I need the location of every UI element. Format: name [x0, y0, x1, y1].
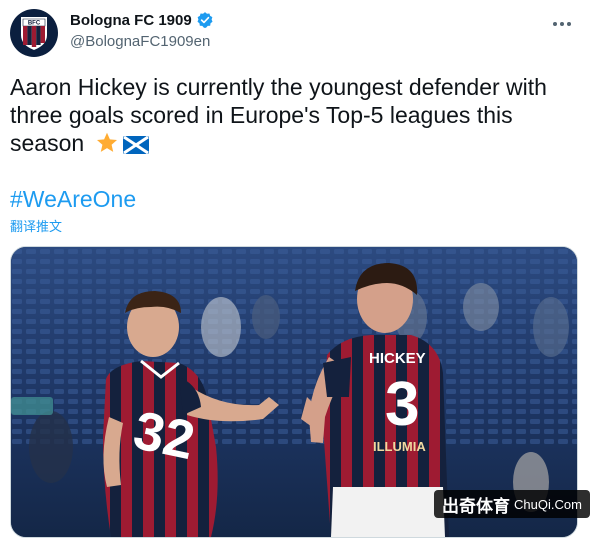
right-player-sponsor: ILLUMIA	[373, 439, 426, 454]
avatar-crest-text: BFC	[28, 21, 41, 27]
more-horizontal-icon	[553, 22, 571, 26]
more-options-button[interactable]	[545, 10, 579, 38]
display-name[interactable]: Bologna FC 1909	[70, 12, 192, 29]
tweet-text: Aaron Hickey is currently the youngest d…	[10, 73, 575, 161]
bologna-crest-icon: BFC	[21, 17, 47, 50]
star-emoji-icon	[95, 131, 119, 161]
right-player-name: HICKEY	[369, 350, 426, 367]
account-handle[interactable]: @BolognaFC1909en	[70, 33, 210, 50]
avatar[interactable]: BFC	[10, 9, 58, 57]
scotland-flag-icon	[122, 133, 149, 161]
verified-badge-icon	[196, 11, 214, 29]
right-player-number: 3	[385, 370, 419, 439]
tweet-text-content: Aaron Hickey is currently the youngest d…	[10, 74, 547, 156]
translate-tweet-link[interactable]: 翻译推文	[10, 216, 62, 235]
watermark-cn: 出奇体育	[442, 496, 510, 516]
hashtag-link[interactable]: #WeAreOne	[10, 185, 136, 213]
name-row: Bologna FC 1909	[70, 11, 214, 29]
site-watermark: 出奇体育 ChuQi.Com	[434, 490, 590, 518]
watermark-en: ChuQi.Com	[514, 496, 582, 512]
left-player-number: 32	[129, 400, 200, 471]
